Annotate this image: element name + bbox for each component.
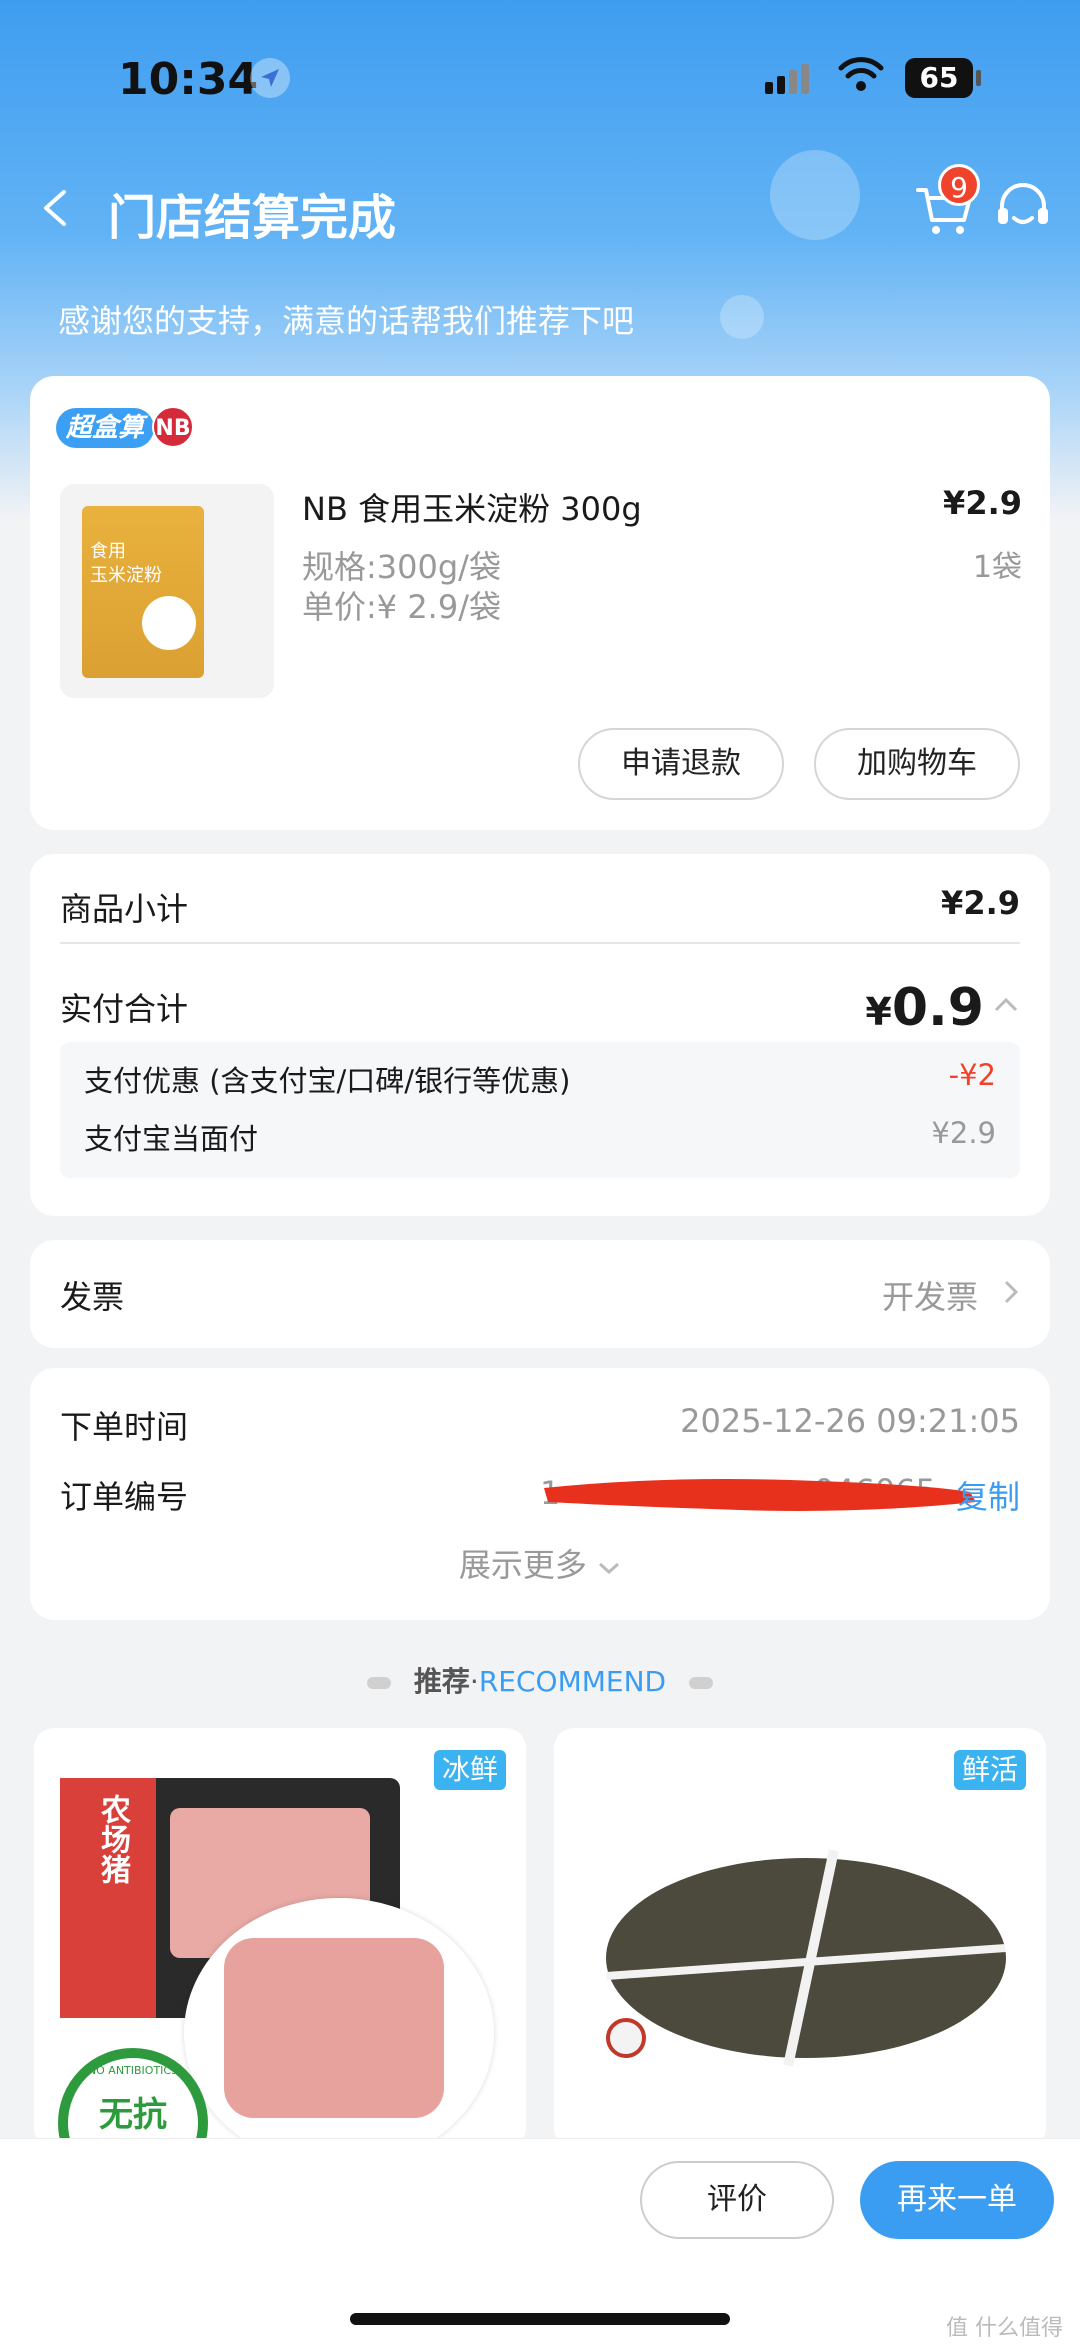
order-time-value: 2025-12-26 09:21:05 — [680, 1402, 1020, 1440]
battery-tip — [976, 70, 981, 86]
refund-button[interactable]: 申请退款 — [578, 728, 784, 800]
location-arrow-icon — [250, 58, 290, 98]
wifi-icon — [838, 56, 884, 96]
battery-indicator: 65 — [905, 58, 973, 98]
product-image[interactable]: 食用 玉米淀粉 — [60, 484, 274, 698]
pork-ribs — [224, 1938, 444, 2118]
back-icon[interactable] — [34, 186, 78, 230]
recommend-tag: 冰鲜 — [433, 1750, 506, 1790]
total-label: 实付合计 — [60, 990, 189, 1028]
order-number-label: 订单编号 — [60, 1478, 189, 1516]
divider — [60, 942, 1020, 944]
home-indicator[interactable] — [350, 2313, 730, 2325]
recommend-header: 推荐·RECOMMEND — [0, 1660, 1080, 1700]
decor-bubble — [720, 295, 764, 339]
recommend-tag: 鲜活 — [953, 1750, 1026, 1790]
discount-value: -¥2 — [948, 1058, 996, 1092]
copy-button[interactable]: 复制 — [956, 1472, 1020, 1518]
nb-tag: NB — [152, 406, 194, 448]
page-title: 门店结算完成 — [108, 190, 397, 246]
add-to-cart-button[interactable]: 加购物车 — [814, 728, 1020, 800]
chevron-up-icon[interactable] — [992, 994, 1020, 1018]
show-more-label: 展示更多 — [458, 1546, 587, 1584]
badge-cn: 无抗 — [99, 2095, 167, 2135]
recommend-title-en: RECOMMEND — [478, 1665, 667, 1698]
no-antibiotics-badge: NO ANTIBIOTICS 无抗 — [58, 2048, 208, 2148]
alipay-label: 支付宝当面付 — [84, 1122, 259, 1156]
watermark: 值 什么值得买 — [946, 2316, 1063, 2341]
recommend-item[interactable]: 冰鲜 农场猪 NO ANTIBIOTICS 无抗 — [34, 1728, 526, 2148]
starch-bowl — [142, 596, 196, 650]
payment-summary-card: 商品小计 ¥2.9 实付合计 ¥0.9 支付优惠 (含支付宝/口碑/银行等优惠)… — [30, 854, 1050, 1216]
thanks-subtitle: 感谢您的支持，满意的话帮我们推荐下吧 — [58, 302, 635, 340]
invoice-label: 发票 — [60, 1278, 125, 1316]
order-time-label: 下单时间 — [60, 1408, 189, 1446]
customer-service-icon[interactable] — [990, 176, 1056, 242]
pork-label-panel: 农场猪 — [60, 1778, 156, 2018]
invoice-row[interactable]: 发票 开发票 — [30, 1240, 1050, 1348]
chevron-right-icon — [1002, 1278, 1020, 1310]
recommend-title-cn: 推荐 — [413, 1665, 470, 1698]
status-bar: 10:34 65 — [0, 50, 1080, 110]
invoice-action[interactable]: 开发票 — [882, 1272, 978, 1318]
cellular-signal-icon — [765, 64, 813, 94]
product-price: ¥2.9 — [943, 484, 1022, 522]
crab-tag — [606, 2018, 646, 2058]
product-unit-price: 单价:¥ 2.9/袋 — [302, 588, 501, 626]
redaction-mark — [540, 1472, 980, 1516]
total-value: 0.9 — [891, 978, 984, 1038]
package-label: 食用 玉米淀粉 — [90, 541, 162, 586]
show-more-button[interactable]: 展示更多 — [30, 1540, 1050, 1586]
top-nav: 门店结算完成 9 — [0, 164, 1080, 250]
bottom-action-bar: 评价 再来一单 — [0, 2138, 1080, 2347]
status-time: 10:34 — [118, 54, 259, 105]
crab-image — [606, 1849, 1006, 2067]
recommend-dot: · — [469, 1665, 479, 1698]
pork-ribs-plate — [184, 1898, 494, 2148]
recommend-item[interactable]: 鲜活 — [554, 1728, 1046, 2148]
pork-brand: 农场猪 — [95, 1794, 130, 1884]
badge-en: NO ANTIBIOTICS — [87, 2064, 179, 2077]
subtotal-label: 商品小计 — [60, 890, 189, 928]
brand-tag: 超盒算 — [56, 408, 155, 448]
chevron-down-icon — [599, 1562, 620, 1575]
total-currency: ¥ — [865, 990, 892, 1034]
total-amount: ¥0.9 — [865, 978, 984, 1038]
decor-dots — [367, 1677, 391, 1689]
product-name[interactable]: NB 食用玉米淀粉 300g — [302, 484, 642, 530]
discount-label: 支付优惠 (含支付宝/口碑/银行等优惠) — [84, 1064, 571, 1098]
subtotal-value: ¥2.9 — [941, 884, 1020, 922]
cart-count-badge: 9 — [938, 164, 980, 206]
reorder-button[interactable]: 再来一单 — [860, 2161, 1054, 2239]
order-info-card: 下单时间 2025-12-26 09:21:05 订单编号 1 046065 复… — [30, 1368, 1050, 1620]
product-card: 超盒算 NB 食用 玉米淀粉 NB 食用玉米淀粉 300g 规格:300g/袋 … — [30, 376, 1050, 830]
product-quantity: 1袋 — [972, 550, 1022, 585]
product-package: 食用 玉米淀粉 — [82, 506, 204, 678]
alipay-value: ¥2.9 — [931, 1116, 996, 1150]
payment-breakdown: 支付优惠 (含支付宝/口碑/银行等优惠) -¥2 支付宝当面付 ¥2.9 — [60, 1042, 1020, 1178]
review-button[interactable]: 评价 — [640, 2161, 834, 2239]
decor-dots — [688, 1677, 713, 1689]
